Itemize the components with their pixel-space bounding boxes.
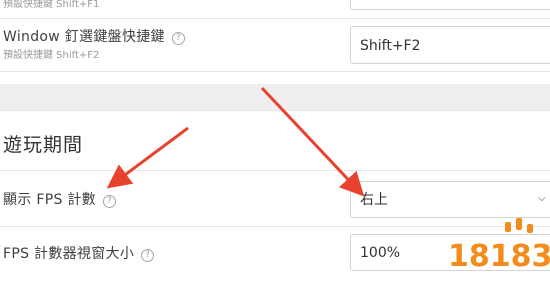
arrow-to-fps-label (106, 126, 189, 189)
watermark-text: 18183 (448, 239, 550, 274)
watermark-logo: 18183 (447, 218, 550, 275)
arrow-to-fps-select (260, 86, 365, 197)
